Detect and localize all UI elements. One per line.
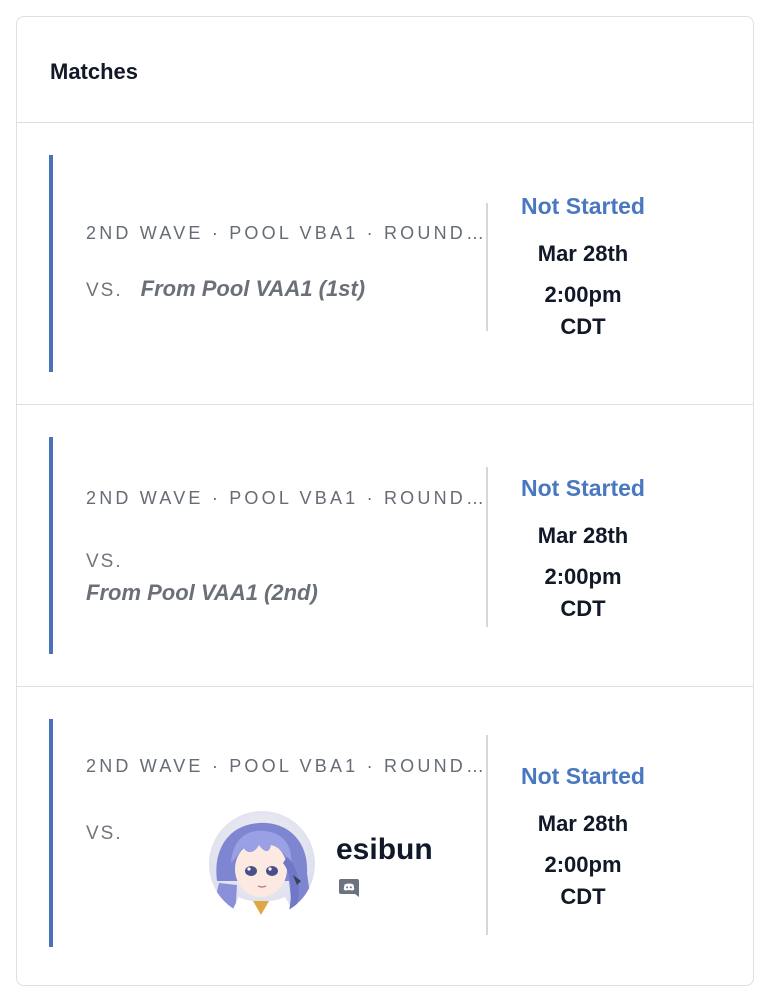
match-timezone: CDT [560,314,606,339]
match-time: 2:00pm CDT [487,279,679,343]
match-date: Mar 28th [537,523,629,548]
match-time-value: 2:00pm [544,282,622,307]
match-row[interactable]: 2ND WAVE · POOL VBA1 · ROUND 2 VS. From … [17,405,753,687]
match-info: 2ND WAVE · POOL VBA1 · ROUND 3 VS. esibu… [86,687,484,947]
match-date: Mar 28th [537,811,629,836]
match-timezone: CDT [560,596,606,621]
round-label: 2ND WAVE · POOL VBA1 · ROUND 1 [86,223,484,243]
matches-card: Matches 2ND WAVE · POOL VBA1 · ROUND 1 V… [16,16,754,986]
match-accent-bar [49,155,53,372]
match-timezone: CDT [560,884,606,909]
discord-icon[interactable] [338,877,360,899]
player-name[interactable]: esibun [336,833,433,867]
status-badge: Not Started [521,193,645,219]
match-time: 2:00pm CDT [487,561,679,625]
avatar[interactable] [209,811,315,917]
match-row[interactable]: 2ND WAVE · POOL VBA1 · ROUND 3 VS. esibu… [17,687,753,983]
match-time-value: 2:00pm [544,564,622,589]
match-accent-bar [49,437,53,654]
opponent-placeholder: From Pool VAA1 (2nd) [86,580,318,605]
vs-label: VS. [86,280,123,301]
opponent-placeholder: From Pool VAA1 (1st) [140,276,366,301]
vs-label: VS. [86,823,123,844]
round-label: 2ND WAVE · POOL VBA1 · ROUND 3 [86,756,484,776]
round-label: 2ND WAVE · POOL VBA1 · ROUND 2 [86,488,484,508]
match-time: 2:00pm CDT [487,849,679,913]
card-header: Matches [17,17,753,123]
page-title: Matches [50,58,139,84]
status-badge: Not Started [521,763,645,789]
status-badge: Not Started [521,475,645,501]
match-time-value: 2:00pm [544,852,622,877]
vs-label: VS. [86,551,123,572]
match-row[interactable]: 2ND WAVE · POOL VBA1 · ROUND 1 VS. From … [17,123,753,405]
match-date: Mar 28th [537,241,629,266]
match-accent-bar [49,719,53,947]
versus-row: VS. From Pool VAA1 (1st) [86,276,365,302]
